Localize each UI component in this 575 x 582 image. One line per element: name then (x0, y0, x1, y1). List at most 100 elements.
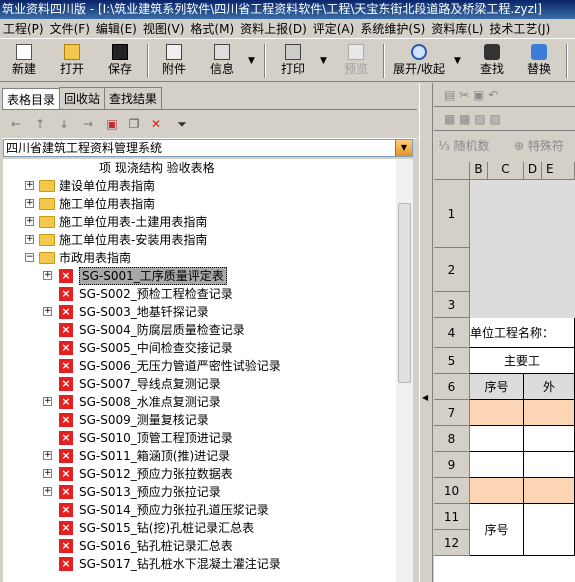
expand-collapse-button[interactable]: 展开/收起 (390, 42, 448, 80)
expand-icon[interactable]: + (43, 487, 52, 496)
menu-item[interactable]: 视图(V) (140, 19, 188, 38)
scrollbar-thumb[interactable] (398, 203, 411, 383)
data-cell[interactable] (524, 504, 575, 556)
expand-icon[interactable]: + (25, 235, 34, 244)
special-char-button[interactable]: ⊕ 特殊符 (514, 137, 564, 154)
open-button[interactable]: 打开 (54, 42, 90, 80)
find-button[interactable]: 查找 (474, 42, 510, 80)
column-header[interactable]: B (470, 162, 488, 180)
print-button[interactable]: 打印 (274, 42, 312, 80)
data-cell[interactable] (524, 400, 575, 426)
grid-row[interactable] (470, 180, 575, 248)
row-header[interactable]: 1 (434, 180, 470, 248)
collapse-left-icon[interactable]: ◀ (422, 393, 428, 402)
menu-item[interactable]: 编辑(E) (93, 19, 140, 38)
data-cell[interactable] (470, 400, 524, 426)
tree-node[interactable]: × SG-S010_顶管工程顶进记录 (3, 429, 396, 447)
tree-node[interactable]: + 建设单位用表指南 (3, 177, 396, 195)
expand-icon[interactable]: + (43, 397, 52, 406)
tree-node[interactable]: × SG-S007_导线点复测记录 (3, 375, 396, 393)
data-cell[interactable] (470, 478, 524, 504)
row-header[interactable]: 12 (434, 530, 470, 556)
clipboard-icons[interactable]: ▤ ✂ ▣ ↶ (444, 88, 498, 102)
tree-node[interactable]: + × SG-S011_箱涵顶(推)进记录 (3, 447, 396, 465)
tree-node[interactable]: + × SG-S012_预应力张拉数据表 (3, 465, 396, 483)
data-cell[interactable] (524, 452, 575, 478)
print-dropdown-icon[interactable]: ▼ (320, 56, 327, 66)
ext-header-cell[interactable]: 外 (524, 374, 575, 400)
menu-item[interactable]: 资料库(L) (428, 19, 486, 38)
tree-node[interactable]: × SG-S002_预检工程检查记录 (3, 285, 396, 303)
grid-row[interactable] (470, 292, 575, 318)
menu-item[interactable]: 工程(P) (0, 19, 47, 38)
tree-node[interactable]: 项 现浇结构 验收表格 (3, 159, 396, 177)
arrow-left-icon[interactable]: ← (8, 116, 24, 132)
preview-button[interactable]: 预览 (338, 42, 374, 80)
row-header[interactable]: 2 (434, 248, 470, 292)
random-number-button[interactable]: ⅓ 随机数 (438, 137, 489, 154)
info-dropdown-icon[interactable]: ▼ (248, 56, 255, 66)
row-header[interactable]: 5 (434, 348, 470, 374)
new-button[interactable]: 新建 (6, 42, 42, 80)
save-button[interactable]: 保存 (102, 42, 138, 80)
expand-icon[interactable]: + (25, 199, 34, 208)
expand-icon[interactable]: + (43, 271, 52, 280)
expand-icon[interactable]: + (25, 181, 34, 190)
data-cell[interactable] (524, 426, 575, 452)
system-select[interactable]: 四川省建筑工程资料管理系统 ▼ (3, 139, 413, 157)
replace-button[interactable]: 替换 (521, 42, 557, 80)
main-work-cell[interactable]: 主要工 (470, 348, 575, 374)
column-header[interactable]: C (488, 162, 524, 180)
row-header[interactable]: 3 (434, 292, 470, 318)
menu-item[interactable]: 文件(F) (47, 19, 93, 38)
data-cell[interactable] (470, 452, 524, 478)
tree-node[interactable]: + × SG-S001_工序质量评定表 (3, 267, 396, 285)
row-header[interactable]: 9 (434, 452, 470, 478)
collapse-icon[interactable]: − (25, 253, 34, 262)
spreadsheet-grid[interactable]: B C D E 1 2 3 4 5 6 7 8 9 10 11 12 单位工程名称： 主要工 序号外序号 (434, 162, 575, 582)
panel-splitter[interactable]: ◀ (419, 83, 433, 582)
tree-node[interactable]: × SG-S016_钻孔桩记录汇总表 (3, 537, 396, 555)
expand-icon[interactable]: + (43, 469, 52, 478)
grid-row[interactable] (470, 248, 575, 292)
menu-item[interactable]: 资料上报(D) (237, 19, 310, 38)
tree-node[interactable]: × SG-S006_无压力管道严密性试验记录 (3, 357, 396, 375)
tree-node[interactable]: × SG-S014_预应力张拉孔道压浆记录 (3, 501, 396, 519)
new-form-icon[interactable]: ▣ (104, 116, 120, 132)
tree-scrollbar[interactable] (396, 159, 413, 582)
menu-item[interactable]: 格式(M) (187, 19, 237, 38)
data-cell[interactable] (524, 478, 575, 504)
tree-node[interactable]: × SG-S015_钻(挖)孔桩记录汇总表 (3, 519, 396, 537)
menu-item[interactable]: 技术工艺(J) (486, 19, 553, 38)
delete-icon[interactable]: ✕ (148, 116, 164, 132)
row-header[interactable]: 11 (434, 504, 470, 530)
chevron-down-icon[interactable]: ▼ (395, 140, 412, 156)
tab-search-results[interactable]: 查找结果 (104, 87, 163, 109)
menu-item[interactable]: 系统维护(S) (357, 19, 428, 38)
arrow-right-icon[interactable]: → (80, 116, 96, 132)
seq-header-cell[interactable]: 序号 (470, 374, 524, 400)
menu-item[interactable]: 评定(A) (310, 19, 358, 38)
expand-icon[interactable]: + (43, 451, 52, 460)
tree-node[interactable]: + 施工单位用表-土建用表指南 (3, 213, 396, 231)
tree-node[interactable]: + × SG-S008_水准点复测记录 (3, 393, 396, 411)
format-icons[interactable]: ▦ ▩ ▨ ▧ (444, 112, 501, 126)
expand-icon[interactable]: + (43, 307, 52, 316)
filter-icon[interactable]: ⏷ (174, 116, 190, 132)
tree-node[interactable]: + × SG-S013_预应力张拉记录 (3, 483, 396, 501)
data-cell[interactable] (470, 426, 524, 452)
column-header[interactable]: E (542, 162, 575, 180)
tree-node[interactable]: × SG-S005_中间检查交接记录 (3, 339, 396, 357)
tree-node[interactable]: + 施工单位用表-安装用表指南 (3, 231, 396, 249)
copy-form-icon[interactable]: ❐ (126, 116, 142, 132)
tree-node[interactable]: − 市政用表指南 (3, 249, 396, 267)
column-header[interactable]: D (524, 162, 542, 180)
arrow-down-icon[interactable]: ↓ (56, 116, 72, 132)
tree-node[interactable]: × SG-S009_测量复核记录 (3, 411, 396, 429)
row-header[interactable]: 4 (434, 318, 470, 348)
row-header[interactable]: 8 (434, 426, 470, 452)
tab-recycle-bin[interactable]: 回收站 (59, 87, 106, 109)
tab-catalog[interactable]: 表格目录 (2, 88, 61, 110)
tree-node[interactable]: × SG-S004_防腐层质量检查记录 (3, 321, 396, 339)
expand-dropdown-icon[interactable]: ▼ (454, 56, 461, 66)
